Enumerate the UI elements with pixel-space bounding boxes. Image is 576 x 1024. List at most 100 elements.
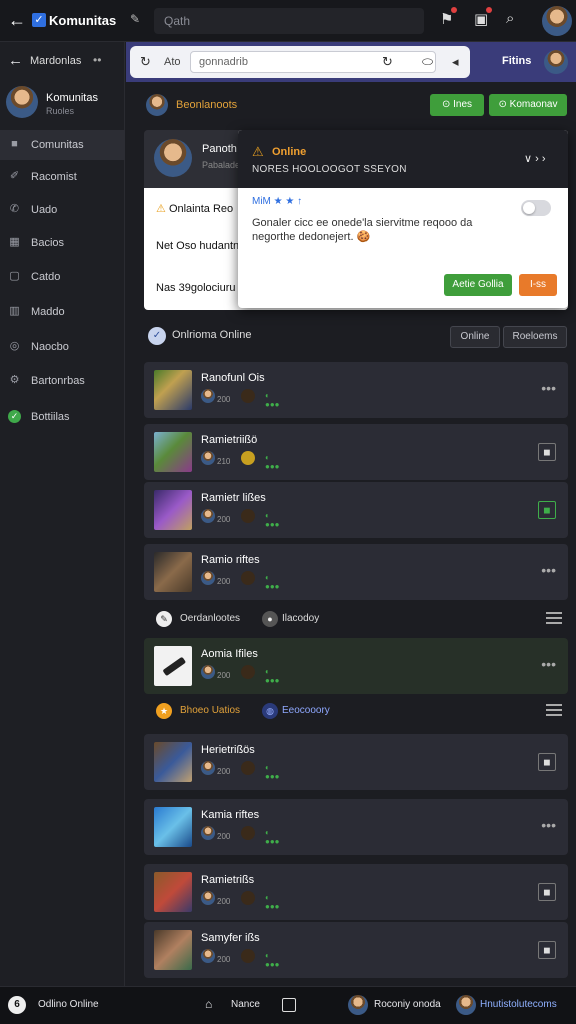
status-icon: ◐ ●●●	[265, 893, 280, 911]
pen-icon[interactable]: ✎	[156, 611, 172, 627]
strip-left-label: Bhoeo Uatios	[180, 705, 241, 716]
more-icon[interactable]: ••	[93, 53, 101, 67]
avatar[interactable]	[544, 50, 568, 74]
lock-icon[interactable]: ●	[262, 611, 278, 627]
item-views: 200	[217, 767, 231, 776]
address-panel: ↻ Ato gonnadrib ↻ ⬭ ◂	[130, 46, 470, 78]
gear-icon: ⚙	[9, 374, 20, 386]
list-item[interactable]: Ramietr lißes 200 ◐ ●●● ◼	[144, 482, 568, 538]
item-views: 200	[217, 577, 231, 586]
section-button-1[interactable]: ⊙ Ines	[430, 94, 484, 116]
more-icon[interactable]: •••	[541, 562, 556, 578]
other-button[interactable]: I-ss	[519, 274, 557, 296]
warning-icon: ⚠	[252, 144, 264, 159]
checkbox-icon[interactable]: ◼	[538, 753, 556, 771]
warning-icon: ⚠	[156, 203, 166, 215]
section-button-2-label: Komaonav	[509, 99, 558, 110]
square-icon[interactable]	[282, 998, 296, 1012]
check-icon[interactable]: ✓	[148, 327, 166, 345]
section-button-2[interactable]: ⊙ Komaonav	[489, 94, 567, 116]
thumbnail	[154, 930, 192, 970]
lock-icon[interactable]: ⬭	[422, 54, 433, 70]
accept-button[interactable]: Aetie Gollia	[444, 274, 512, 296]
checkbox-icon[interactable]: ◼	[538, 941, 556, 959]
popup-body: Gonaler cicc ee onede'la siervitme reqoo…	[252, 217, 473, 243]
sidebar-item-bacios[interactable]: ▦ Bacios	[0, 228, 125, 258]
menu-icon[interactable]	[546, 704, 562, 716]
user-avatar[interactable]	[542, 6, 572, 36]
info-icon[interactable]: ◍	[262, 703, 278, 719]
list-item[interactable]: Ranofunl Ois 200 ◐ ●●● •••	[144, 362, 568, 418]
card-row: ⚠ Onlainta Reo	[156, 202, 233, 215]
sidebar-item-naocbo[interactable]: ◎ Naocbo	[0, 332, 125, 362]
popup-toggle[interactable]	[521, 200, 551, 216]
list-item[interactable]: Samyfer ißs 200 ◐ ●●● ◼	[144, 922, 568, 978]
thumbnail	[154, 552, 192, 592]
app-icon[interactable]: 6	[8, 996, 26, 1014]
sidebar-item-label: Racomist	[31, 171, 77, 183]
address-field[interactable]: gonnadrib	[190, 51, 436, 73]
bottom-right-label-1[interactable]: Roconiy onoda	[374, 999, 441, 1010]
checkbox-icon[interactable]: ◼	[538, 883, 556, 901]
sidebar-item-uado[interactable]: ✆ Uado	[0, 195, 125, 225]
bottom-left-label[interactable]: Odlino Online	[38, 999, 99, 1010]
back-arrow-icon[interactable]: ←	[8, 10, 26, 31]
avatar	[456, 995, 476, 1015]
refresh-icon[interactable]: ↻	[140, 54, 151, 70]
more-icon[interactable]: •••	[541, 380, 556, 396]
back-arrow-icon[interactable]: ←	[8, 52, 23, 69]
card-row: Net Oso hudantn	[156, 240, 240, 252]
status-icon: ◐ ●●●	[265, 763, 280, 781]
status-icon: ◐ ●●●	[265, 667, 280, 685]
reload-icon[interactable]: ↻	[382, 54, 393, 70]
filter-pill-roeloems[interactable]: Roeloems	[503, 326, 567, 348]
avatar	[241, 451, 255, 465]
profile-name: Panoth	[202, 143, 237, 155]
sidebar-user[interactable]: Komunitas Ruoles	[6, 86, 121, 120]
bottom-right-label-2[interactable]: Hnutistolutecoms	[480, 999, 557, 1010]
list-item[interactable]: Herietrißös 200 ◐ ●●● ◼	[144, 734, 568, 790]
checkbox-icon[interactable]: ◼	[538, 501, 556, 519]
section-strip: ★ Bhoeo Uatios ◍ Eeocooory	[146, 700, 566, 724]
address-bar: ↻ Ato gonnadrib ↻ ⬭ ◂ Fitins	[126, 42, 576, 82]
sidebar-item-comunitas[interactable]: ■ Comunitas	[0, 130, 125, 160]
notification-icon[interactable]: ⚑	[440, 7, 458, 28]
sidebar-item-label: Uado	[31, 204, 58, 216]
bottom-mid-label[interactable]: Nance	[231, 999, 260, 1010]
checkbox-icon[interactable]: ◼	[538, 443, 556, 461]
popup-subtitle: NORES HOOLOOGOT SSEYON	[252, 164, 407, 175]
sidebar-item-bartonrbas[interactable]: ⚙ Bartonrbas	[0, 366, 125, 396]
filter-pill-online[interactable]: Online	[450, 326, 500, 348]
menu-icon[interactable]	[546, 612, 562, 624]
list-item[interactable]: Ramietriißö 210 ◐ ●●● ◼	[144, 424, 568, 480]
sidebar-item-racomist[interactable]: ✐ Racomist	[0, 162, 125, 192]
navigate-icon[interactable]: ◂	[452, 54, 459, 70]
sidebar-item-bottiilas[interactable]: ✓ Bottiilas	[0, 402, 125, 432]
more-icon[interactable]: •••	[541, 817, 556, 833]
item-title: Samyfer ißs	[201, 932, 260, 944]
list-item[interactable]: Aomia Ifiles 200 ◐ ●●● •••	[144, 638, 568, 694]
search-icon[interactable]: ⌕	[506, 10, 514, 27]
chevron-icon[interactable]: ∨ › ›	[524, 152, 546, 165]
item-views: 200	[217, 832, 231, 841]
home-icon[interactable]: ⌂	[205, 997, 212, 1011]
sidebar-item-maddo[interactable]: ▥ Maddo	[0, 297, 125, 327]
item-title: Ramietriißö	[201, 434, 258, 446]
list-item[interactable]: Ramio riftes 200 ◐ ●●● •••	[144, 544, 568, 600]
item-title: Ramietrißs	[201, 874, 255, 886]
star-icon[interactable]: ★	[156, 703, 172, 719]
check-icon: ✓	[8, 410, 21, 423]
list-item[interactable]: Kamia riftes 200 ◐ ●●● •••	[144, 799, 568, 855]
message-icon[interactable]: ▣	[474, 7, 493, 28]
search-input[interactable]: Qath	[154, 8, 424, 34]
bottom-bar: 6 Odlino Online ⌂ Nance Roconiy onoda Hn…	[0, 986, 576, 1024]
avatar	[146, 94, 168, 116]
avatar	[241, 389, 255, 403]
more-icon[interactable]: •••	[541, 656, 556, 672]
avatar	[154, 139, 192, 177]
status-icon: ◐ ●●●	[265, 453, 280, 471]
sidebar-item-catdo[interactable]: ▢ Catdo	[0, 262, 125, 292]
avatar	[241, 761, 255, 775]
list-item[interactable]: Ramietrißs 200 ◐ ●●● ◼	[144, 864, 568, 920]
pencil-icon[interactable]: ✎	[130, 12, 140, 26]
